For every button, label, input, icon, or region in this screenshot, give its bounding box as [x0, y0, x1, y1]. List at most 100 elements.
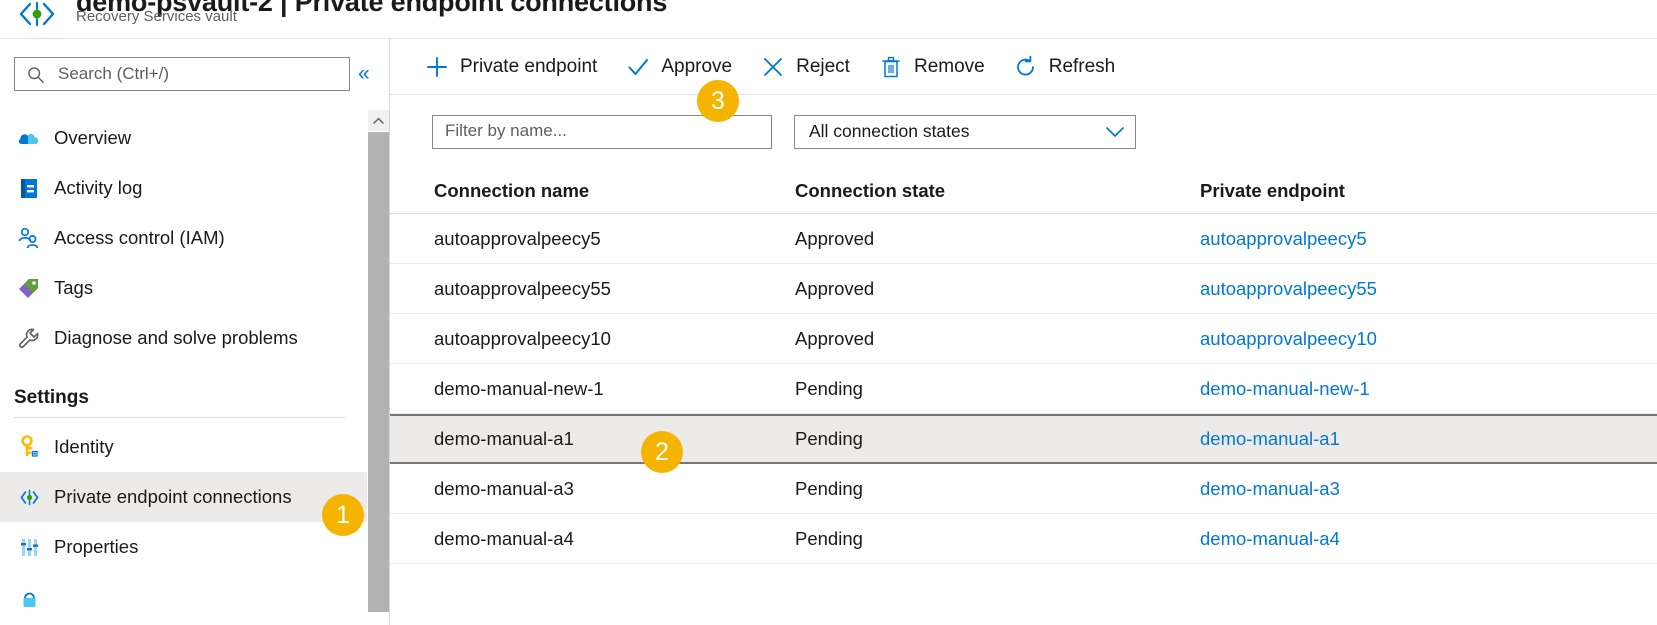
sidebar-item-partial[interactable] [0, 572, 367, 622]
cell-connection-state: Pending [795, 377, 863, 399]
sidebar-item-label: Identity [54, 436, 114, 457]
trash-icon [878, 54, 904, 80]
scroll-thumb[interactable] [368, 132, 389, 612]
cell-connection-name: autoapprovalpeecy5 [434, 227, 601, 249]
cell-connection-name: demo-manual-a1 [434, 428, 574, 449]
cell-connection-name: autoapprovalpeecy10 [434, 327, 611, 349]
link-private-endpoint[interactable]: autoapprovalpeecy55 [1200, 278, 1657, 300]
connections-table: Connection name Connection state Private… [390, 169, 1657, 625]
sidebar-item-diagnose-and-solve-problems[interactable]: Diagnose and solve problems [0, 313, 367, 363]
connection-state-select[interactable]: All connection states [794, 115, 1136, 149]
tag-icon [14, 273, 44, 303]
sidebar-nav-list: Overview Activity log Access control (IA… [0, 113, 367, 622]
cell-connection-state: Approved [795, 327, 875, 349]
table-row[interactable]: autoapprovalpeecy5 Approved autoapproval… [390, 214, 1657, 264]
sidebar-item-label: Tags [54, 277, 94, 298]
sidebar-search-row: Search (Ctrl+/) « [14, 57, 374, 93]
toolbar-button-label: Approve [661, 55, 733, 77]
search-placeholder: Search (Ctrl+/) [58, 64, 169, 83]
callout-badge-1: 1 [322, 494, 364, 536]
chevron-down-icon [1105, 125, 1125, 139]
add-private-endpoint-button[interactable]: Private endpoint [424, 47, 597, 87]
cell-connection-state: Approved [795, 227, 875, 249]
column-header-connection-state: Connection state [795, 180, 946, 201]
table-row[interactable]: demo-manual-a3 Pending demo-manual-a3 [390, 464, 1657, 514]
table-row[interactable]: autoapprovalpeecy10 Approved autoapprova… [390, 314, 1657, 364]
sidebar-item-properties[interactable]: Properties [0, 522, 367, 572]
column-header-private-endpoint: Private endpoint [1200, 180, 1345, 201]
callout-badge-3: 3 [697, 80, 739, 122]
link-private-endpoint[interactable]: autoapprovalpeecy5 [1200, 228, 1657, 250]
activity-log-icon [14, 173, 44, 203]
page-subtitle: Recovery Services vault [76, 8, 237, 25]
sidebar: Search (Ctrl+/) « Overview Activity log … [0, 39, 390, 625]
main-content: Private endpoint Approve Reject Remove R… [390, 39, 1657, 625]
sidebar-section-label: Settings [14, 387, 89, 408]
cell-connection-state: Pending [795, 477, 863, 499]
sidebar-item-tags[interactable]: Tags [0, 263, 367, 313]
blade-header: demo-psvault-2 | Private endpoint connec… [0, 0, 1657, 39]
access-control-icon [14, 223, 44, 253]
sidebar-item-label: Private endpoint connections [54, 486, 292, 507]
toolbar-button-label: Remove [913, 55, 985, 77]
table-row[interactable]: demo-manual-a4 Pending demo-manual-a4 [390, 514, 1657, 564]
sidebar-item-label: Overview [54, 127, 132, 148]
toolbar-button-label: Refresh [1048, 55, 1116, 77]
cross-icon [760, 54, 786, 80]
azure-portal-blade: demo-psvault-2 | Private endpoint connec… [0, 0, 1657, 625]
sidebar-scrollbar[interactable] [368, 110, 389, 625]
link-private-endpoint[interactable]: demo-manual-a1 [1200, 428, 1657, 450]
sidebar-item-overview[interactable]: Overview [0, 113, 367, 163]
table-row-demo-manual-a1[interactable]: demo-manual-a1 Pending demo-manual-a1 [390, 414, 1657, 464]
table-row[interactable]: autoapprovalpeecy55 Approved autoapprova… [390, 264, 1657, 314]
sidebar-item-label: Properties [54, 536, 139, 557]
sidebar-divider [14, 417, 345, 418]
cloud-icon [14, 123, 44, 153]
plus-icon [424, 54, 450, 80]
remove-button[interactable]: Remove [878, 47, 985, 87]
cell-connection-name: demo-manual-a3 [434, 477, 574, 499]
sidebar-item-activity-log[interactable]: Activity log [0, 163, 367, 213]
cell-connection-state: Pending [795, 428, 863, 449]
sidebar-item-label: Activity log [54, 177, 143, 198]
cell-connection-name: demo-manual-a4 [434, 527, 574, 549]
link-private-endpoint[interactable]: demo-manual-new-1 [1200, 378, 1657, 400]
key-icon [14, 432, 44, 462]
sliders-icon [14, 532, 44, 562]
reject-button[interactable]: Reject [760, 47, 850, 87]
sidebar-item-identity[interactable]: Identity [0, 422, 367, 472]
collapse-sidebar-button[interactable]: « [358, 60, 370, 88]
cell-connection-name: demo-manual-new-1 [434, 377, 604, 399]
sidebar-item-private-endpoint-connections[interactable]: Private endpoint connections [0, 472, 367, 522]
search-icon [27, 66, 45, 84]
wrench-icon [14, 323, 44, 353]
sidebar-item-access-control[interactable]: Access control (IAM) [0, 213, 367, 263]
lock-icon [14, 582, 44, 612]
sidebar-section-settings: Settings [0, 363, 367, 409]
refresh-icon [1013, 54, 1039, 80]
private-endpoint-icon [14, 0, 60, 34]
search-input[interactable]: Search (Ctrl+/) [14, 57, 350, 91]
connection-state-value: All connection states [809, 121, 970, 141]
scroll-up-button[interactable] [368, 110, 389, 131]
toolbar-button-label: Private endpoint [460, 55, 598, 77]
callout-badge-2: 2 [641, 431, 683, 473]
command-toolbar: Private endpoint Approve Reject Remove R… [390, 39, 1657, 95]
link-private-endpoint[interactable]: demo-manual-a3 [1200, 478, 1657, 500]
checkmark-icon [625, 54, 651, 80]
link-private-endpoint[interactable]: autoapprovalpeecy10 [1200, 328, 1657, 350]
cell-connection-state: Approved [795, 277, 875, 299]
private-endpoint-icon [14, 482, 44, 512]
sidebar-item-label: Diagnose and solve problems [54, 327, 298, 348]
cell-connection-name: autoapprovalpeecy55 [434, 277, 611, 299]
table-row[interactable]: demo-manual-new-1 Pending demo-manual-ne… [390, 364, 1657, 414]
column-header-connection-name: Connection name [434, 180, 590, 201]
cell-connection-state: Pending [795, 527, 863, 549]
toolbar-button-label: Reject [796, 55, 850, 77]
refresh-button[interactable]: Refresh [1013, 47, 1116, 87]
filter-placeholder: Filter by name... [445, 121, 567, 140]
table-header-row: Connection name Connection state Private… [390, 169, 1657, 214]
link-private-endpoint[interactable]: demo-manual-a4 [1200, 528, 1657, 550]
filter-row: Filter by name... All connection states [390, 95, 1657, 169]
sidebar-item-label: Access control (IAM) [54, 227, 225, 248]
